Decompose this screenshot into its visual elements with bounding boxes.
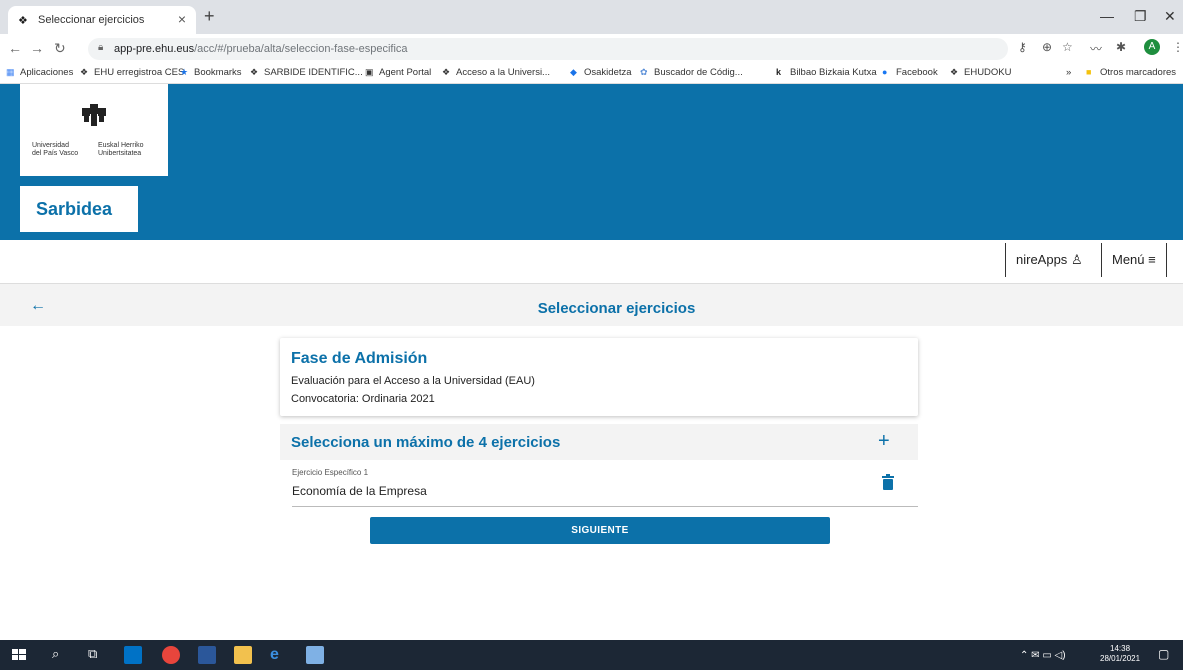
folder-icon: ■: [1086, 67, 1092, 77]
app-icon[interactable]: [306, 646, 324, 664]
word-icon[interactable]: [198, 646, 216, 664]
star-icon[interactable]: ☆: [1062, 40, 1073, 54]
forward-nav-icon[interactable]: →: [30, 40, 44, 56]
user-icon: ♙: [1070, 252, 1083, 267]
bookmark-facebook[interactable]: ● Facebook: [882, 67, 938, 78]
close-window-icon[interactable]: ✕: [1164, 8, 1176, 25]
outlook-icon[interactable]: [124, 646, 142, 664]
bookmark-buscador[interactable]: ✿ Buscador de Códig...: [640, 67, 743, 78]
add-exercise-icon[interactable]: +: [878, 430, 890, 453]
kebab-menu-icon[interactable]: ⋮: [1172, 40, 1183, 54]
apps-grid-icon: ▦: [6, 67, 15, 77]
puzzle-icon[interactable]: ✱: [1116, 40, 1126, 54]
url-field[interactable]: 🔒︎ app-pre.ehu.eus/acc/#/prueba/alta/sel…: [88, 38, 1008, 60]
minimize-icon[interactable]: —: [1100, 8, 1114, 24]
bookmarks-bar: ▦ Aplicaciones ❖ EHU erregistroa CES ★ Book…: [0, 62, 1183, 84]
star-bookmark-icon: ★: [180, 67, 189, 77]
brand-box[interactable]: Sarbidea: [20, 186, 138, 232]
bookmarks-overflow[interactable]: »: [1066, 67, 1071, 78]
key-icon[interactable]: ⚷: [1018, 40, 1027, 54]
internet-explorer-icon[interactable]: e: [270, 646, 288, 664]
app-header-band: [0, 84, 1183, 240]
exercise-item: Ejercicio Específico 1 Economía de la Em…: [280, 460, 918, 507]
bookmark-ehu[interactable]: ❖ EHU erregistroa CES: [80, 67, 184, 78]
card-convocatoria: Convocatoria: Ordinaria 2021: [291, 393, 435, 405]
bookmark-agent-portal[interactable]: ▣ Agent Portal: [365, 67, 431, 78]
hamburger-icon: ≡: [1148, 252, 1156, 267]
card-heading: Fase de Admisión: [291, 350, 428, 367]
bookmark-acceso[interactable]: ❖ Acceso a la Universi...: [442, 67, 550, 78]
ehu-favicon-icon: ❖: [18, 15, 28, 27]
portal-icon: ▣: [365, 67, 374, 77]
ehu-icon: ❖: [950, 67, 959, 77]
bookmark-bookmarks[interactable]: ★ Bookmarks: [180, 67, 242, 78]
card-evaluation: Evaluación para el Acceso a la Universid…: [291, 375, 535, 387]
buscador-icon: ✿: [640, 67, 648, 77]
kutxa-icon: k: [776, 67, 782, 77]
admission-card: Fase de Admisión Evaluación para el Acce…: [280, 338, 918, 416]
system-tray-icons[interactable]: ⌃ ✉ ▭ ◁): [1020, 650, 1066, 661]
task-view-icon[interactable]: ⧉: [88, 646, 106, 664]
windows-start-icon[interactable]: [10, 646, 28, 664]
address-bar-row: ← → ↻ 🔒︎ app-pre.ehu.eus/acc/#/prueba/al…: [0, 34, 1183, 62]
exercise-value[interactable]: Economía de la Empresa: [292, 484, 427, 498]
search-icon[interactable]: ⌕: [52, 646, 70, 664]
reload-icon[interactable]: ↻: [54, 40, 66, 57]
notifications-icon[interactable]: ▢: [1158, 647, 1169, 661]
osakidetza-icon: ◆: [570, 67, 577, 77]
file-explorer-icon[interactable]: [234, 646, 252, 664]
taskbar-clock[interactable]: 14:38 28/01/2021: [1100, 644, 1140, 664]
install-icon[interactable]: ⊕: [1042, 40, 1052, 54]
url-path: /acc/#/prueba/alta/seleccion-fase-especi…: [194, 43, 408, 55]
menu-button[interactable]: Menú ≡: [1101, 243, 1167, 277]
chrome-icon[interactable]: [162, 646, 180, 664]
ehu-icon: ❖: [80, 67, 89, 77]
bookmark-kutxa[interactable]: k Bilbao Bizkaia Kutxa: [776, 67, 877, 78]
nireapps-button[interactable]: nireApps ♙: [1005, 243, 1093, 277]
logo-text-es-2: del País Vasco: [32, 150, 79, 157]
logo-text-eu-2: Unibertsitatea: [98, 150, 142, 157]
browser-tab[interactable]: ❖ Seleccionar ejercicios ×: [8, 6, 196, 34]
restore-icon[interactable]: ❐: [1134, 8, 1147, 25]
profile-avatar[interactable]: A: [1144, 39, 1160, 55]
extension-icon[interactable]: 〰: [1090, 40, 1102, 57]
new-tab-icon[interactable]: +: [204, 6, 215, 27]
trash-icon[interactable]: [882, 474, 894, 490]
exercise-label: Ejercicio Específico 1: [292, 468, 369, 477]
ehu-icon: ❖: [442, 67, 451, 77]
selection-heading: Selecciona un máximo de 4 ejercicios: [291, 434, 561, 451]
back-nav-icon[interactable]: ←: [8, 40, 22, 56]
lock-icon: 🔒︎: [98, 42, 104, 53]
bookmark-ehudoku[interactable]: ❖ EHUDOKU: [950, 67, 1012, 78]
logo-text-es-1: Universidad: [32, 142, 69, 149]
ehu-tree-logo-icon: [82, 104, 106, 126]
logo-text-eu-1: Euskal Herriko: [98, 142, 144, 149]
other-bookmarks[interactable]: ■ Otros marcadores: [1086, 67, 1176, 78]
tab-title: Seleccionar ejercicios: [38, 14, 145, 26]
page-title: Seleccionar ejercicios: [537, 300, 696, 317]
bookmark-sarbide[interactable]: ❖ SARBIDE IDENTIFIC...: [250, 67, 363, 78]
bookmark-osakidetza[interactable]: ◆ Osakidetza: [570, 67, 632, 78]
ehu-icon: ❖: [250, 67, 259, 77]
facebook-icon: ●: [882, 67, 888, 77]
brand-title: Sarbidea: [36, 199, 113, 219]
upv-ehu-logo[interactable]: Universidad del País Vasco Euskal Herriko…: [20, 84, 168, 176]
next-button[interactable]: SIGUIENTE: [370, 517, 830, 544]
tab-close-icon[interactable]: ×: [178, 11, 186, 27]
url-host: app-pre.ehu.eus: [114, 43, 195, 55]
bookmark-apps[interactable]: ▦ Aplicaciones: [6, 67, 73, 78]
selection-header: Selecciona un máximo de 4 ejercicios +: [280, 424, 918, 460]
exercise-underline: [292, 506, 918, 507]
